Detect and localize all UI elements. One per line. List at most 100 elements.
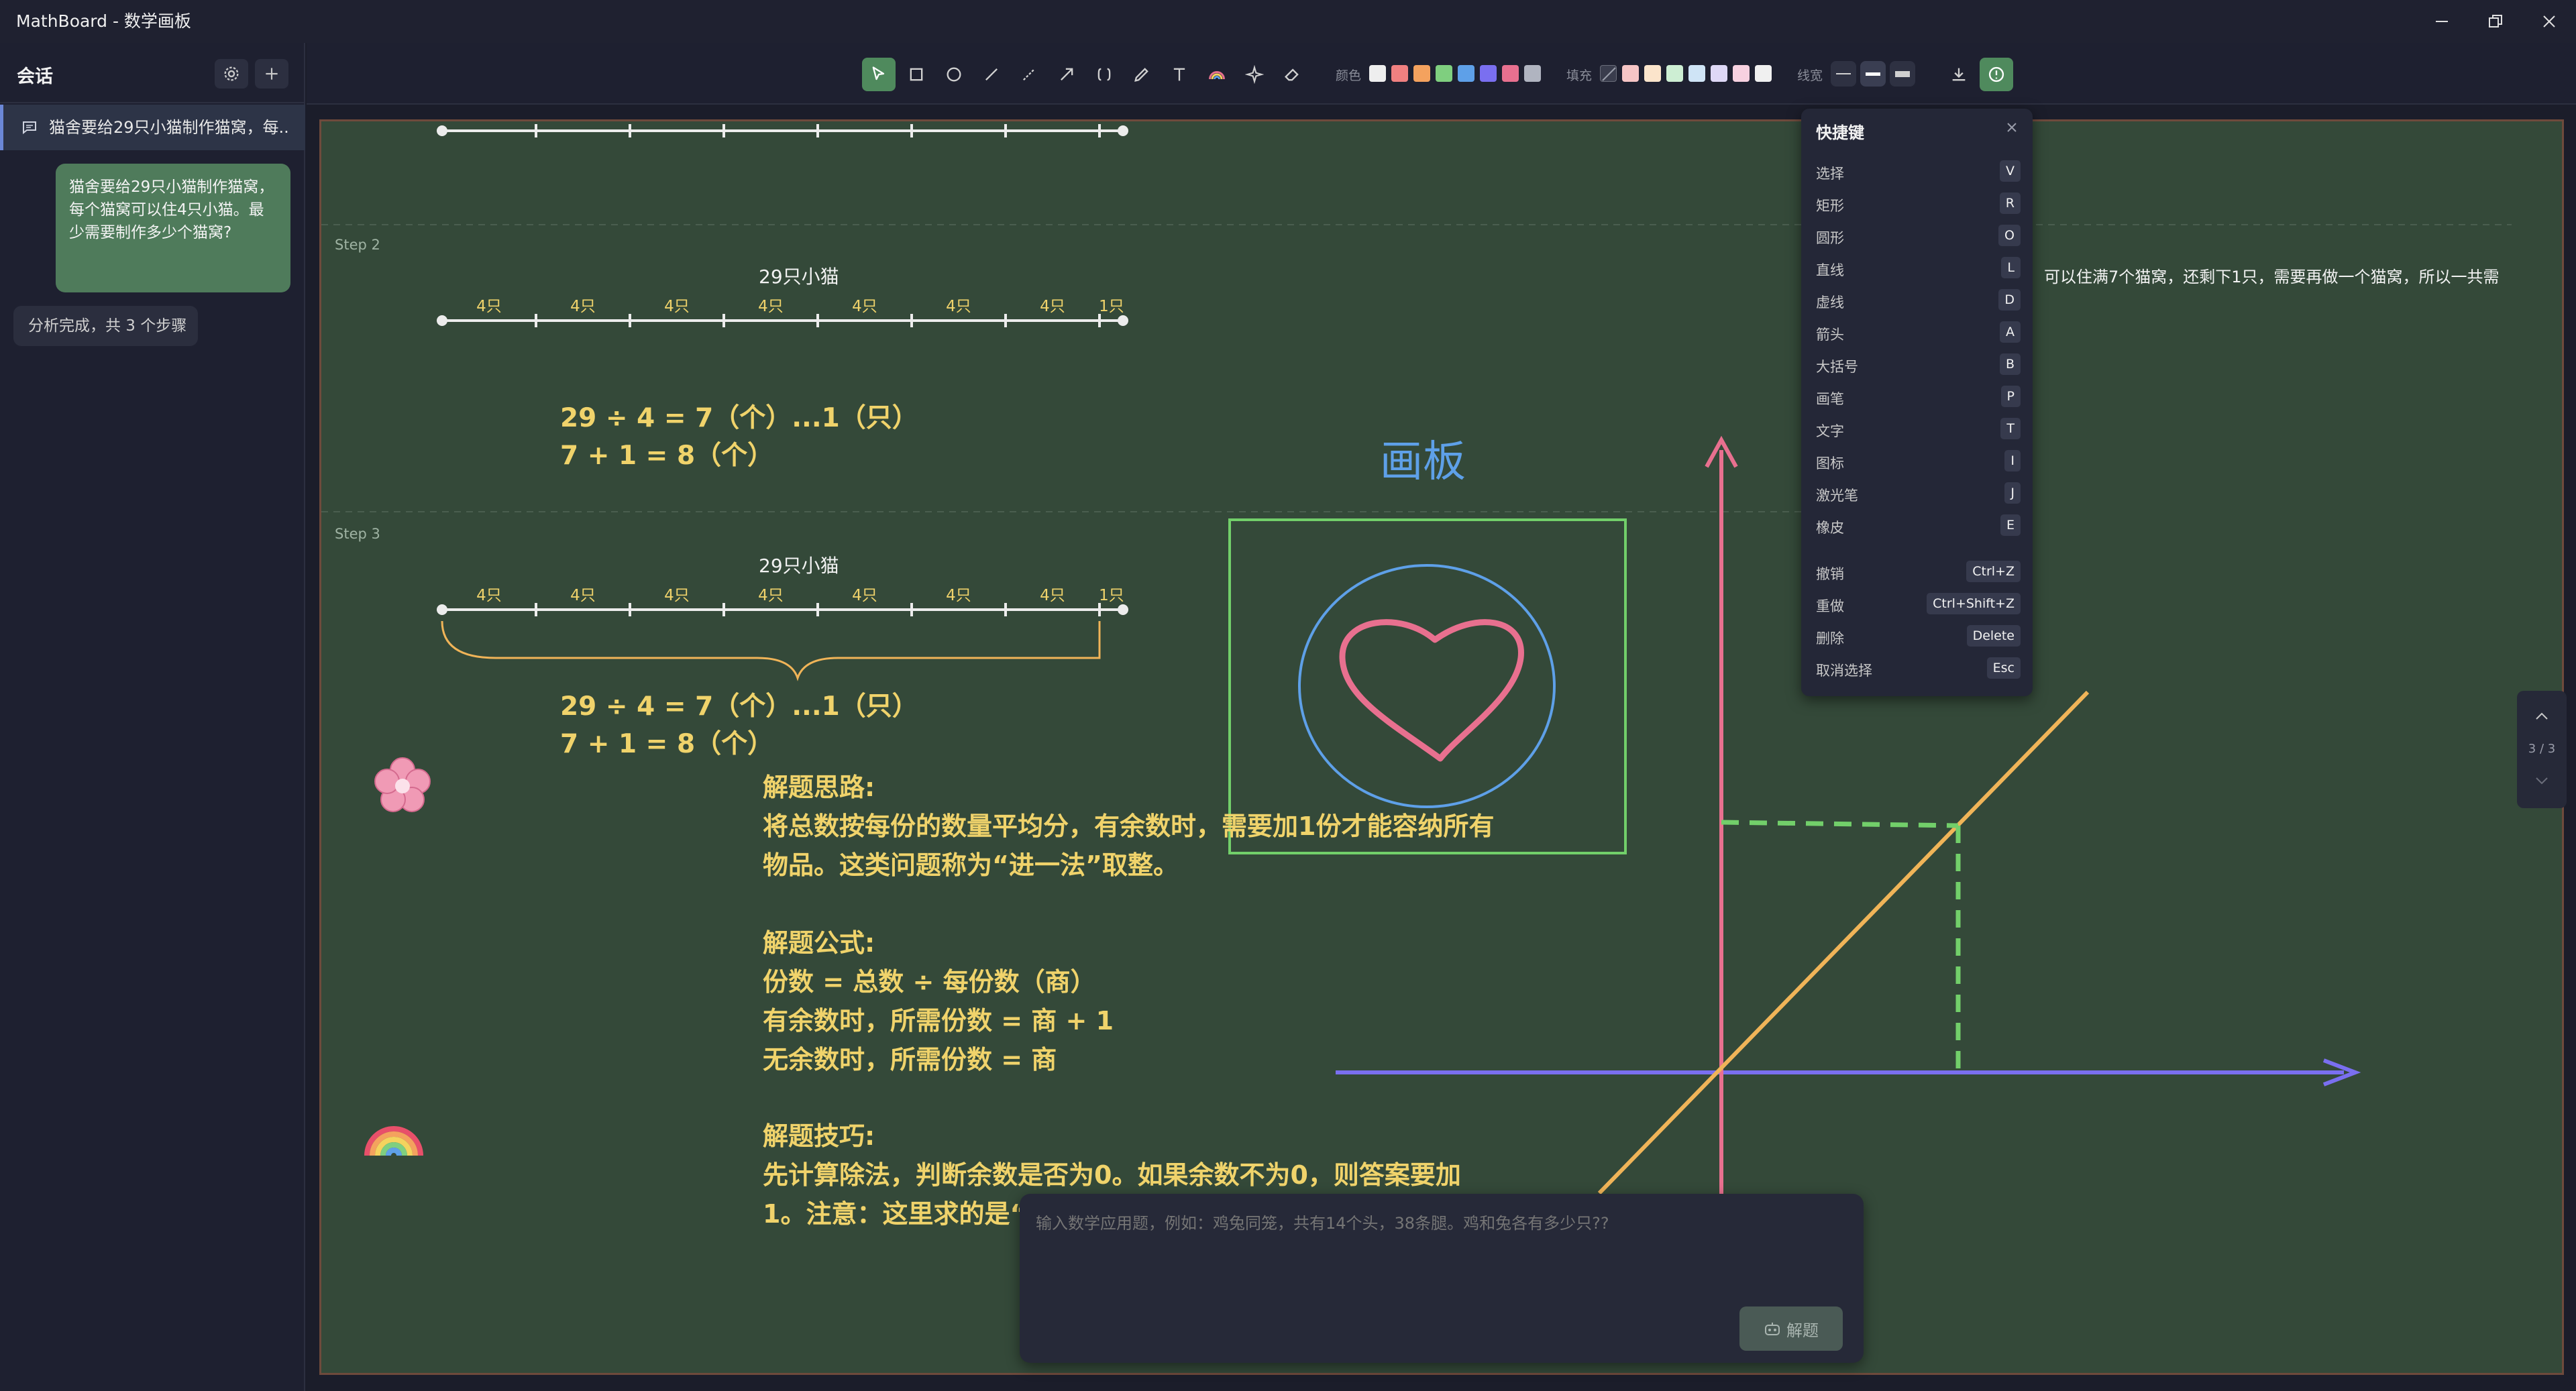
tool-rectangle[interactable]: [900, 58, 933, 91]
laser-icon: [1245, 65, 1264, 84]
shortcut-row: 箭头 A: [1816, 319, 2021, 345]
no-fill-swatch[interactable]: [1600, 65, 1617, 82]
segment-label: 4只: [852, 298, 877, 315]
chevron-up-icon[interactable]: [2534, 711, 2550, 722]
shortcut-row: 重做 Ctrl+Shift+Z: [1816, 590, 2021, 617]
color-swatch[interactable]: [1413, 65, 1430, 82]
tool-eraser[interactable]: [1275, 58, 1309, 91]
color-swatch[interactable]: [1524, 65, 1541, 82]
stroke-thick-button[interactable]: [1890, 61, 1915, 87]
pen-icon: [1134, 68, 1148, 82]
sidebar-header: 会话: [0, 43, 305, 103]
step-pager: 3 / 3: [2517, 691, 2567, 808]
drawing-canvas[interactable]: Step 2 Step 3 29只小猫 4只 4只 4只 4只 4只 4只 4只…: [319, 119, 2564, 1375]
minimize-button[interactable]: [2415, 0, 2469, 43]
shortcut-row: 虚线 D: [1816, 286, 2021, 313]
segment-label: 4只: [570, 587, 596, 604]
shortcuts-button[interactable]: [1980, 58, 2013, 91]
fill-swatch[interactable]: [1755, 65, 1772, 82]
guide-horizontal: [1721, 820, 1959, 828]
fill-swatch[interactable]: [1733, 65, 1750, 82]
tool-icon[interactable]: [1200, 58, 1234, 91]
question-input[interactable]: [1036, 1210, 1841, 1290]
stroke-thin-button[interactable]: [1831, 61, 1856, 87]
sidebar: 会话 猫舍要给29只小猫制作猫窝，每... 猫舍要给29只小猫制作猫窝，每个猫窝…: [0, 43, 305, 1391]
number-line-step1: [437, 124, 1128, 137]
shortcut-row: 圆形 O: [1816, 222, 2021, 249]
close-icon: [2543, 15, 2555, 27]
diagonal-line: [1597, 690, 2090, 1195]
tips-title: 解题技巧:: [763, 1121, 875, 1151]
system-message-bubble: 分析完成，共 3 个步骤: [13, 306, 198, 346]
color-swatch[interactable]: [1458, 65, 1474, 82]
color-swatch[interactable]: [1502, 65, 1519, 82]
formula-line-3: 无余数时，所需份数 = 商: [763, 1045, 1057, 1074]
step-2-label: Step 2: [335, 237, 380, 253]
tool-line[interactable]: [975, 58, 1008, 91]
segment-label: 4只: [570, 298, 596, 315]
fill-swatch[interactable]: [1644, 65, 1661, 82]
chevron-down-icon[interactable]: [2534, 775, 2550, 786]
step-counter: 3 / 3: [2528, 742, 2556, 756]
explanation-text: 可以住满7个猫窝，还剩下1只，需要再做一个猫窝，所以一共需: [2044, 268, 2500, 286]
download-button[interactable]: [1942, 58, 1976, 91]
session-item[interactable]: 猫舍要给29只小猫制作猫窝，每...: [0, 105, 305, 150]
color-swatch[interactable]: [1369, 65, 1386, 82]
new-session-button[interactable]: [255, 59, 288, 89]
segment-label: 4只: [1040, 587, 1065, 604]
circle-icon: [947, 67, 961, 82]
brace-icon: [1097, 68, 1111, 81]
equation-2: 7 + 1 = 8（个）: [560, 729, 774, 759]
color-swatch[interactable]: [1480, 65, 1497, 82]
shortcut-row: 文字 T: [1816, 415, 2021, 442]
window-title: MathBoard - 数学画板: [16, 11, 191, 31]
shortcuts-title: 快捷键: [1816, 123, 1864, 142]
segment-label: 4只: [664, 587, 690, 604]
equation-1: 29 ÷ 4 = 7（个）...1（只）: [560, 691, 918, 722]
rainbow-icon: [364, 1126, 423, 1156]
tool-select[interactable]: [862, 58, 896, 91]
flower-icon: [374, 757, 431, 812]
solve-button[interactable]: 解题: [1739, 1306, 1843, 1351]
tool-dashed-line[interactable]: [1012, 58, 1046, 91]
fill-swatch[interactable]: [1688, 65, 1705, 82]
board-title: 画板: [1380, 437, 1466, 487]
plus-icon: [266, 68, 278, 80]
close-icon[interactable]: [2005, 121, 2019, 134]
number-line-caption: 29只小猫: [759, 266, 839, 288]
line-icon: [985, 68, 998, 80]
color-swatch[interactable]: [1436, 65, 1452, 82]
settings-button[interactable]: [215, 59, 248, 89]
equation-2: 7 + 1 = 8（个）: [560, 441, 774, 471]
tool-pen[interactable]: [1125, 58, 1159, 91]
close-window-button[interactable]: [2522, 0, 2576, 43]
stroke-label: 线宽: [1797, 68, 1823, 83]
shortcut-row: 激光笔 J: [1816, 480, 2021, 506]
shortcut-row: 取消选择 Esc: [1816, 655, 2021, 681]
step-3-label: Step 3: [335, 526, 380, 542]
fill-swatch[interactable]: [1622, 65, 1639, 82]
restore-button[interactable]: [2469, 0, 2522, 43]
tool-brace[interactable]: [1087, 58, 1121, 91]
fill-swatch[interactable]: [1666, 65, 1683, 82]
shortcut-row: 撤销 Ctrl+Z: [1816, 558, 2021, 585]
color-swatch[interactable]: [1391, 65, 1408, 82]
tool-circle[interactable]: [937, 58, 971, 91]
shortcut-row: 矩形 R: [1816, 190, 2021, 217]
user-message-bubble: 猫舍要给29只小猫制作猫窝，每个猫窝可以住4只小猫。最少需要制作多少个猫窝?: [56, 164, 290, 292]
segment-label: 4只: [1040, 298, 1065, 315]
help-icon: [1988, 66, 2004, 82]
segment-label: 4只: [946, 587, 971, 604]
tool-arrow[interactable]: [1050, 58, 1083, 91]
segment-label: 4只: [758, 298, 784, 315]
segment-label: 1只: [1099, 298, 1124, 315]
fill-swatch[interactable]: [1711, 65, 1727, 82]
number-line-step2: [437, 314, 1128, 327]
gear-icon: [224, 66, 239, 81]
tool-laser[interactable]: [1238, 58, 1271, 91]
shortcut-row: 删除 Delete: [1816, 622, 2021, 649]
sidebar-title: 会话: [17, 66, 53, 87]
segment-label: 4只: [476, 298, 502, 315]
stroke-medium-button[interactable]: [1860, 61, 1886, 87]
tool-text[interactable]: [1163, 58, 1196, 91]
